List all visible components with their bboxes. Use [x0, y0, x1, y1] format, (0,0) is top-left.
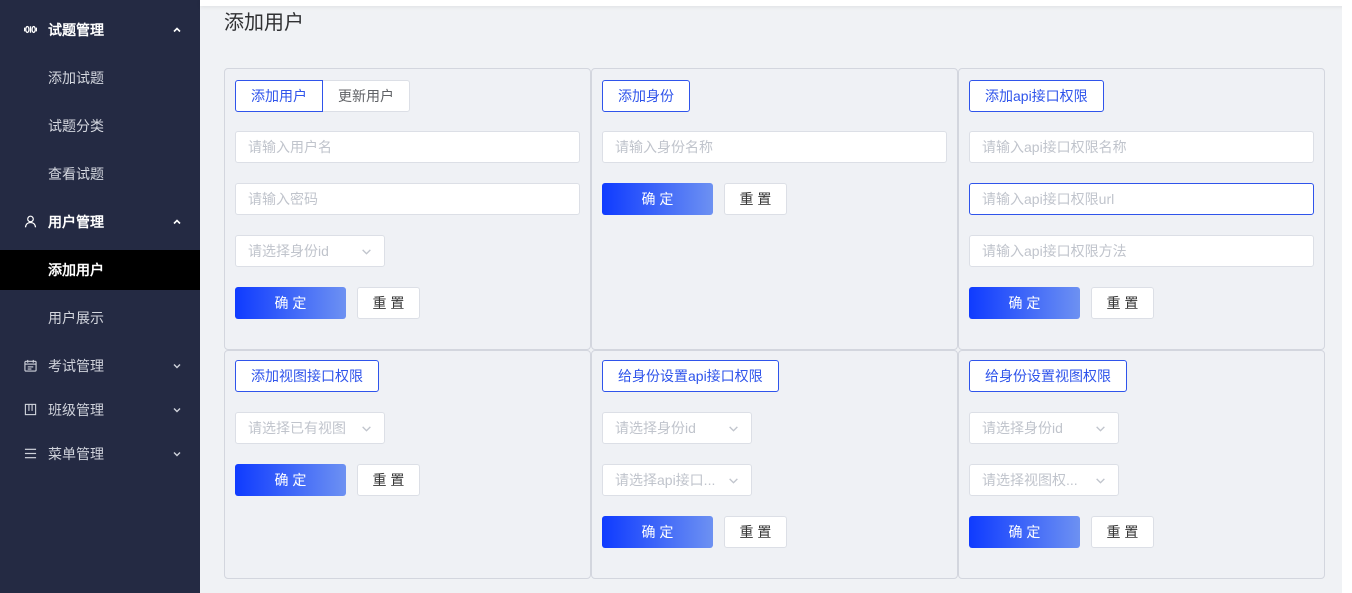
view-permission-select[interactable]: 请选择视图权...: [969, 464, 1119, 496]
password-input[interactable]: [235, 183, 580, 215]
chevron-up-icon: [172, 25, 182, 35]
add-role-reset-button[interactable]: 重 置: [724, 183, 787, 215]
add-user-reset-button[interactable]: 重 置: [357, 287, 420, 319]
sidebar-item-label: 添加用户: [48, 262, 104, 278]
chevron-up-icon: [172, 217, 182, 227]
calendar-icon: [24, 359, 37, 372]
set-role-view-permission-reset-button[interactable]: 重 置: [1091, 516, 1154, 548]
add-api-permission-confirm-button[interactable]: 确 定: [969, 287, 1080, 319]
api-permission-method-input[interactable]: [969, 235, 1314, 267]
sidebar-item-label: 用户展示: [48, 310, 104, 326]
chevron-down-icon: [172, 405, 182, 415]
sidebar-group-exam-management[interactable]: 考试管理: [0, 344, 200, 388]
add-view-permission-reset-button[interactable]: 重 置: [357, 464, 420, 496]
sidebar-item-add-question[interactable]: 添加试题: [0, 54, 200, 102]
api-permission-url-input[interactable]: [969, 183, 1314, 215]
api-permission-select[interactable]: 请选择api接口...: [602, 464, 752, 496]
select-placeholder: 请选择视图权...: [982, 472, 1078, 488]
username-input[interactable]: [235, 131, 580, 163]
add-api-permission-button[interactable]: 添加api接口权限: [969, 80, 1104, 112]
sidebar-group-class-management[interactable]: 班级管理: [0, 388, 200, 432]
sidebar-item-label: 查看试题: [48, 166, 104, 182]
tab-update-user[interactable]: 更新用户: [322, 80, 410, 112]
right-edge-strip: [1342, 6, 1352, 593]
user-icon: [24, 215, 37, 228]
sidebar-group-label: 菜单管理: [48, 446, 104, 462]
sidebar-group-menu-management[interactable]: 菜单管理: [0, 432, 200, 476]
set-role-api-permission-button[interactable]: 给身份设置api接口权限: [602, 360, 779, 392]
columns-icon: [24, 403, 37, 416]
sidebar-item-view-questions[interactable]: 查看试题: [0, 150, 200, 198]
sidebar-group-label: 试题管理: [48, 22, 104, 38]
add-view-permission-confirm-button[interactable]: 确 定: [235, 464, 346, 496]
add-role-button[interactable]: 添加身份: [602, 80, 690, 112]
top-header-bar: [200, 0, 1352, 6]
chevron-down-icon: [728, 475, 739, 486]
user-mode-tabs: 添加用户 更新用户: [235, 80, 410, 112]
role-id-select[interactable]: 请选择身份id: [602, 412, 752, 444]
sidebar-group-question-management[interactable]: 试题管理: [0, 8, 200, 52]
select-placeholder: 请选择身份id: [982, 420, 1063, 436]
add-api-permission-reset-button[interactable]: 重 置: [1091, 287, 1154, 319]
chevron-down-icon: [361, 246, 372, 257]
menu-icon: [24, 447, 37, 460]
chevron-down-icon: [172, 361, 182, 371]
add-role-confirm-button[interactable]: 确 定: [602, 183, 713, 215]
add-user-card: 添加用户 更新用户 请选择身份id 确 定 重 置: [224, 68, 591, 350]
sidebar-item-label: 试题分类: [48, 118, 104, 134]
api-permission-name-input[interactable]: [969, 131, 1314, 163]
chevron-down-icon: [172, 449, 182, 459]
binary-code-icon: [24, 23, 37, 36]
role-id-select[interactable]: 请选择身份id: [969, 412, 1119, 444]
set-role-api-permission-card: 给身份设置api接口权限 请选择身份id 请选择api接口... 确 定 重 置: [591, 350, 958, 579]
sidebar-group-label: 用户管理: [48, 214, 104, 230]
add-view-permission-card: 添加视图接口权限 请选择已有视图 确 定 重 置: [224, 350, 591, 579]
role-name-input[interactable]: [602, 131, 947, 163]
select-placeholder: 请选择api接口...: [615, 472, 716, 488]
chevron-down-icon: [361, 423, 372, 434]
sidebar-group-label: 考试管理: [48, 358, 104, 374]
sidebar-item-question-category[interactable]: 试题分类: [0, 102, 200, 150]
add-api-permission-card: 添加api接口权限 确 定 重 置: [958, 68, 1325, 350]
sidebar-item-user-list[interactable]: 用户展示: [0, 294, 200, 342]
set-role-view-permission-button[interactable]: 给身份设置视图权限: [969, 360, 1127, 392]
role-id-select[interactable]: 请选择身份id: [235, 235, 385, 267]
set-role-api-permission-confirm-button[interactable]: 确 定: [602, 516, 713, 548]
set-role-view-permission-confirm-button[interactable]: 确 定: [969, 516, 1080, 548]
set-role-view-permission-card: 给身份设置视图权限 请选择身份id 请选择视图权... 确 定 重 置: [958, 350, 1325, 579]
add-role-card: 添加身份 确 定 重 置: [591, 68, 958, 350]
add-view-permission-button[interactable]: 添加视图接口权限: [235, 360, 379, 392]
chevron-down-icon: [1095, 423, 1106, 434]
sidebar-item-add-user[interactable]: 添加用户: [0, 250, 200, 290]
sidebar-group-user-management[interactable]: 用户管理: [0, 200, 200, 244]
select-placeholder: 请选择已有视图: [248, 420, 346, 436]
sidebar-item-label: 添加试题: [48, 70, 104, 86]
page-title: 添加用户: [224, 12, 304, 34]
set-role-api-permission-reset-button[interactable]: 重 置: [724, 516, 787, 548]
existing-view-select[interactable]: 请选择已有视图: [235, 412, 385, 444]
add-user-confirm-button[interactable]: 确 定: [235, 287, 346, 319]
select-placeholder: 请选择身份id: [615, 420, 696, 436]
select-placeholder: 请选择身份id: [248, 243, 329, 259]
tab-add-user[interactable]: 添加用户: [235, 80, 323, 112]
sidebar: 试题管理 添加试题 试题分类 查看试题 用户管理 添加用户 用户展示 考试管理 …: [0, 0, 200, 593]
chevron-down-icon: [1095, 475, 1106, 486]
sidebar-group-label: 班级管理: [48, 402, 104, 418]
chevron-down-icon: [728, 423, 739, 434]
